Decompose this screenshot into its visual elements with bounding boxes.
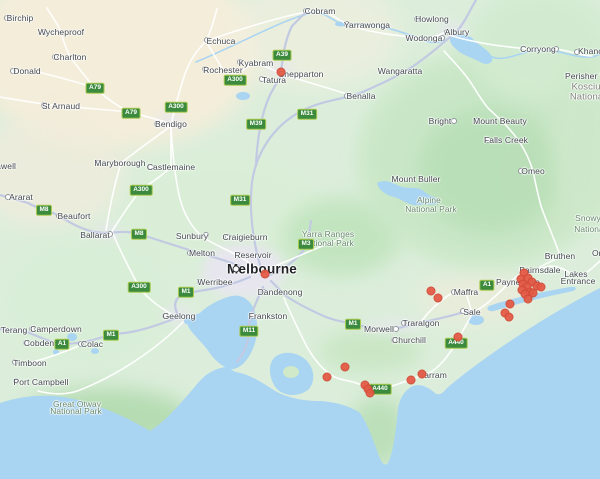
place-label-castlemaine: Castlemaine xyxy=(146,162,196,172)
route-shield-m8: M8 xyxy=(130,228,148,240)
place-label-entrance: Entrance xyxy=(560,276,596,286)
place-label-werribee: Werribee xyxy=(197,277,233,287)
route-shield-a300: A300 xyxy=(223,74,247,86)
place-label-corryong: Corryong xyxy=(520,44,556,54)
place-label-birchip: Birchip xyxy=(6,13,34,23)
place-label-cobden: Cobden xyxy=(23,338,55,348)
place-label-bright: Bright xyxy=(428,116,452,126)
map-marker[interactable] xyxy=(276,67,286,77)
route-shield-m1: M1 xyxy=(344,318,362,330)
place-label-howlong: Howlong xyxy=(415,14,449,24)
place-label-albury: Albury xyxy=(444,27,470,37)
place-label-maffra: Maffra xyxy=(453,287,479,297)
place-label-benalla: Benalla xyxy=(346,91,376,101)
place-label-melton: Melton xyxy=(188,248,216,258)
place-label-national-park: National Park xyxy=(50,406,102,416)
route-shield-m39: M39 xyxy=(246,118,266,130)
place-label-yarrawonga: Yarrawonga xyxy=(343,20,391,30)
place-label-camperdown: Camperdown xyxy=(30,324,82,334)
place-label-charlton: Charlton xyxy=(53,52,87,62)
place-label-rochester: Rochester xyxy=(203,65,243,75)
city-icon-melbourne xyxy=(232,265,240,273)
map-marker[interactable] xyxy=(340,362,350,372)
place-label-national-park: National Park xyxy=(405,204,457,214)
place-label-st-arnaud: St Arnaud xyxy=(41,101,81,111)
route-shield-m8: M8 xyxy=(35,204,53,216)
place-label-kyabram: Kyabram xyxy=(238,58,274,68)
route-shield-m1: M1 xyxy=(177,286,195,298)
route-shield-a79: A79 xyxy=(85,82,105,94)
place-label-beaufort: Beaufort xyxy=(57,211,91,221)
place-label-tatura: Tatura xyxy=(261,75,287,85)
place-label-perisher-valley: Perisher Valley xyxy=(564,71,600,81)
route-shield-m3: M3 xyxy=(297,238,315,250)
place-label-stawell: Stawell xyxy=(0,161,17,171)
place-label-ararat: Ararat xyxy=(9,192,33,202)
map-marker[interactable] xyxy=(260,269,270,279)
map-marker[interactable] xyxy=(322,372,332,382)
place-label-port-campbell: Port Campbell xyxy=(13,377,69,387)
place-label-mount-buller: Mount Buller xyxy=(391,174,441,184)
route-shield-a1: A1 xyxy=(479,279,495,291)
place-label-geelong: Geelong xyxy=(162,311,196,321)
route-shield-a79: A79 xyxy=(121,107,141,119)
place-label-sale: Sale xyxy=(463,307,481,317)
place-label-national-park: National Park xyxy=(574,224,600,234)
route-shield-a300: A300 xyxy=(164,101,188,113)
place-label-bendigo: Bendigo xyxy=(155,119,187,129)
place-label-timboon: Timboon xyxy=(13,358,47,368)
route-shield-a39: A39 xyxy=(272,49,292,61)
place-label-donald: Donald xyxy=(13,66,41,76)
map-marker[interactable] xyxy=(417,369,427,379)
route-shield-m31: M31 xyxy=(230,194,250,206)
place-label-wodonga: Wodonga xyxy=(405,33,443,43)
place-label-wangaratta: Wangaratta xyxy=(377,66,423,76)
route-shield-m11: M11 xyxy=(239,325,259,337)
place-label-mount-beauty: Mount Beauty xyxy=(473,116,527,126)
place-label-snowy: Snowy xyxy=(575,213,600,223)
place-label-khancoban: Khancoban xyxy=(578,46,600,56)
place-label-morwell: Morwell xyxy=(364,324,394,334)
map-marker[interactable] xyxy=(406,375,416,385)
place-label-terang: Terang xyxy=(0,325,28,335)
place-label-bruthen: Bruthen xyxy=(544,251,576,261)
place-label-colac: Colac xyxy=(80,339,104,349)
route-shield-a1: A1 xyxy=(54,338,70,350)
place-label-traralgon: Traralgon xyxy=(402,318,440,328)
place-label-orbost: Orbost xyxy=(591,248,600,258)
place-label-national-park: National Park xyxy=(569,91,600,103)
place-label-frankston: Frankston xyxy=(248,311,288,321)
place-label-churchill: Churchill xyxy=(392,335,426,345)
route-shield-a300: A300 xyxy=(129,184,153,196)
town-dot xyxy=(451,118,457,124)
place-label-craigieburn: Craigieburn xyxy=(222,232,268,242)
map-marker[interactable] xyxy=(504,312,514,322)
map-canvas[interactable]: Birchip Wycheproof Charlton Donald St Arnaud… xyxy=(0,0,600,479)
place-label-cobram: Cobram xyxy=(304,6,336,16)
route-shield-a300: A300 xyxy=(127,281,151,293)
map-label-layer: Birchip Wycheproof Charlton Donald St Arnaud… xyxy=(0,0,600,479)
place-label-echuca: Echuca xyxy=(206,36,236,46)
place-label-reservoir: Reservoir xyxy=(234,250,272,260)
place-label-wycheproof: Wycheproof xyxy=(37,27,85,37)
route-shield-m31: M31 xyxy=(297,108,317,120)
map-marker[interactable] xyxy=(505,299,515,309)
map-marker[interactable] xyxy=(453,332,463,342)
map-marker[interactable] xyxy=(536,282,546,292)
route-shield-m1: M1 xyxy=(102,329,120,341)
place-label-omeo: Omeo xyxy=(521,166,545,176)
place-label-falls-creek: Falls Creek xyxy=(483,135,529,145)
map-marker[interactable] xyxy=(523,294,533,304)
map-marker[interactable] xyxy=(433,293,443,303)
map-marker[interactable] xyxy=(365,388,375,398)
place-label-dandenong: Dandenong xyxy=(257,287,303,297)
place-label-ballarat: Ballarat xyxy=(80,230,110,240)
place-label-sunbury: Sunbury xyxy=(175,231,209,241)
place-label-maryborough: Maryborough xyxy=(94,158,146,168)
